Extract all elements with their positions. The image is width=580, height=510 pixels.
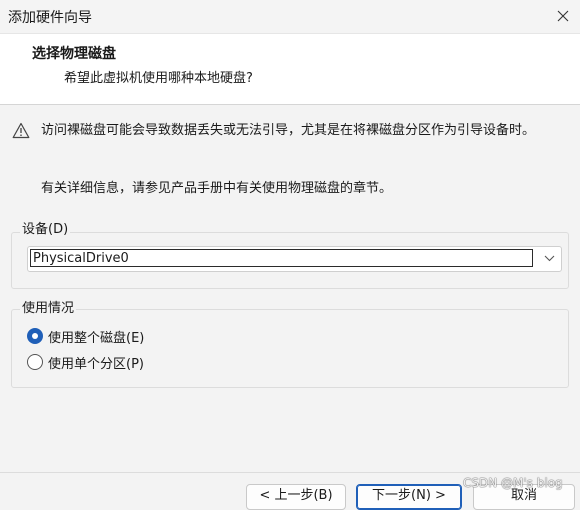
radio-button-checked[interactable] (27, 328, 43, 344)
usage-group-label: 使用情况 (20, 297, 77, 316)
radio-button[interactable] (27, 354, 43, 370)
radio-label: 使用单个分区(P) (48, 357, 144, 372)
info-text: 有关详细信息，请参见产品手册中有关使用物理磁盘的章节。 (41, 181, 393, 196)
close-button[interactable] (546, 0, 580, 33)
window-title: 添加硬件向导 (8, 10, 92, 26)
device-group-label: 设备(D) (20, 218, 71, 237)
chevron-down-icon (544, 255, 555, 262)
device-select[interactable]: PhysicalDrive0 (27, 246, 562, 272)
watermark: CSDN @M's blog (463, 476, 563, 490)
title-bar: 添加硬件向导 (0, 0, 580, 34)
usage-group (11, 309, 569, 388)
page-subtitle: 希望此虚拟机使用哪种本地硬盘? (64, 71, 253, 86)
radio-label: 使用整个磁盘(E) (48, 331, 145, 346)
page-title: 选择物理磁盘 (32, 46, 116, 62)
back-button[interactable]: < 上一步(B) (246, 484, 346, 510)
warning-text: 访问裸磁盘可能会导致数据丢失或无法引导，尤其是在将裸磁盘分区作为引导设备时。 (41, 123, 536, 138)
warning-icon (12, 122, 30, 139)
footer-divider (0, 472, 580, 473)
device-select-value: PhysicalDrive0 (30, 249, 533, 267)
close-icon (557, 10, 569, 22)
next-button[interactable]: 下一步(N) > (356, 484, 462, 510)
wizard-header: 选择物理磁盘 希望此虚拟机使用哪种本地硬盘? (0, 34, 580, 105)
